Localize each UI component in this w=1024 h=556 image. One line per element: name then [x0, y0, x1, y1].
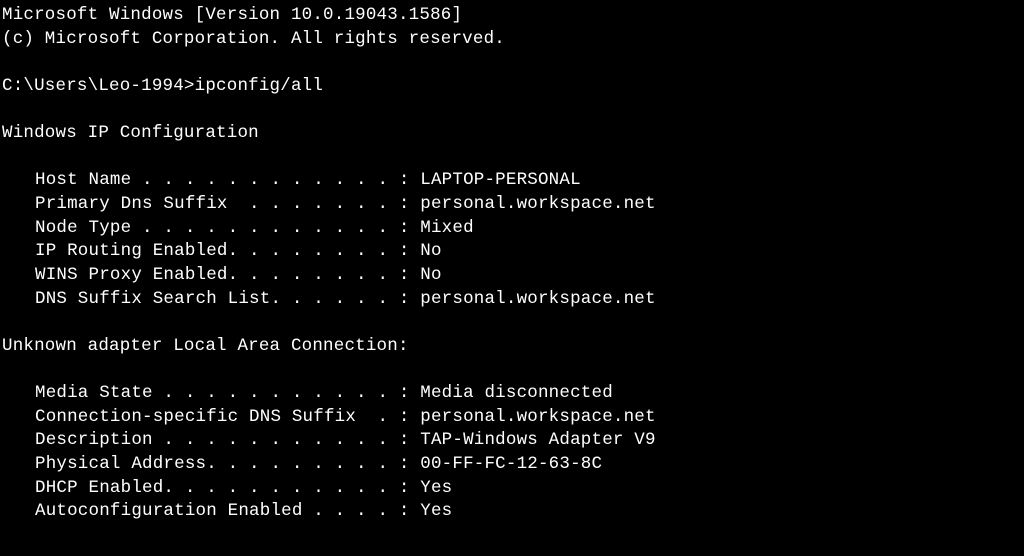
config-value: LAPTOP-PERSONAL [420, 170, 581, 190]
config-value: Mixed [420, 218, 474, 238]
config-label: DNS Suffix Search List. . . . . . : [35, 289, 420, 309]
config-value: personal.workspace.net [420, 407, 655, 427]
config-row: Connection-specific DNS Suffix . : perso… [2, 406, 1022, 430]
config-label: Primary Dns Suffix . . . . . . . : [35, 194, 420, 214]
config-row: DHCP Enabled. . . . . . . . . . . : Yes [2, 477, 1022, 501]
config-row: Media State . . . . . . . . . . . : Medi… [2, 382, 1022, 406]
config-row: WINS Proxy Enabled. . . . . . . . : No [2, 264, 1022, 288]
config-row: Primary Dns Suffix . . . . . . . : perso… [2, 193, 1022, 217]
config-label: Host Name . . . . . . . . . . . . : [35, 170, 420, 190]
blank-line [2, 311, 1022, 335]
config-label: Autoconfiguration Enabled . . . . : [35, 501, 420, 521]
config-label: Connection-specific DNS Suffix . : [35, 407, 420, 427]
config-row: Description . . . . . . . . . . . : TAP-… [2, 429, 1022, 453]
config-value: Yes [420, 501, 452, 521]
config-value: personal.workspace.net [420, 194, 655, 214]
config-value: No [420, 265, 441, 285]
config-value: 00-FF-FC-12-63-8C [420, 454, 602, 474]
copyright-line: (c) Microsoft Corporation. All rights re… [2, 28, 1022, 52]
prompt-path: C:\Users\Leo-1994> [2, 76, 195, 96]
blank-line [2, 51, 1022, 75]
config-value: No [420, 241, 441, 261]
blank-line [2, 99, 1022, 123]
config-value: Media disconnected [420, 383, 613, 403]
config-label: Physical Address. . . . . . . . . : [35, 454, 420, 474]
config-value: Yes [420, 478, 452, 498]
config-label: DHCP Enabled. . . . . . . . . . . : [35, 478, 420, 498]
config-row: Node Type . . . . . . . . . . . . : Mixe… [2, 217, 1022, 241]
blank-line [2, 146, 1022, 170]
config-label: IP Routing Enabled. . . . . . . . : [35, 241, 420, 261]
prompt-line[interactable]: C:\Users\Leo-1994>ipconfig/all [2, 75, 1022, 99]
config-label: Description . . . . . . . . . . . : [35, 430, 420, 450]
config-label: Media State . . . . . . . . . . . : [35, 383, 420, 403]
config-row: IP Routing Enabled. . . . . . . . : No [2, 240, 1022, 264]
config-value: personal.workspace.net [420, 289, 655, 309]
config-row: Physical Address. . . . . . . . . : 00-F… [2, 453, 1022, 477]
section-title-adapter: Unknown adapter Local Area Connection: [2, 335, 1022, 359]
section-title-ipconfig: Windows IP Configuration [2, 122, 1022, 146]
config-row: DNS Suffix Search List. . . . . . : pers… [2, 288, 1022, 312]
config-label: WINS Proxy Enabled. . . . . . . . : [35, 265, 420, 285]
config-label: Node Type . . . . . . . . . . . . : [35, 218, 420, 238]
config-row: Host Name . . . . . . . . . . . . : LAPT… [2, 169, 1022, 193]
config-value: TAP-Windows Adapter V9 [420, 430, 655, 450]
blank-line [2, 358, 1022, 382]
prompt-command: ipconfig/all [195, 76, 323, 96]
config-row: Autoconfiguration Enabled . . . . : Yes [2, 500, 1022, 524]
version-line: Microsoft Windows [Version 10.0.19043.15… [2, 4, 1022, 28]
